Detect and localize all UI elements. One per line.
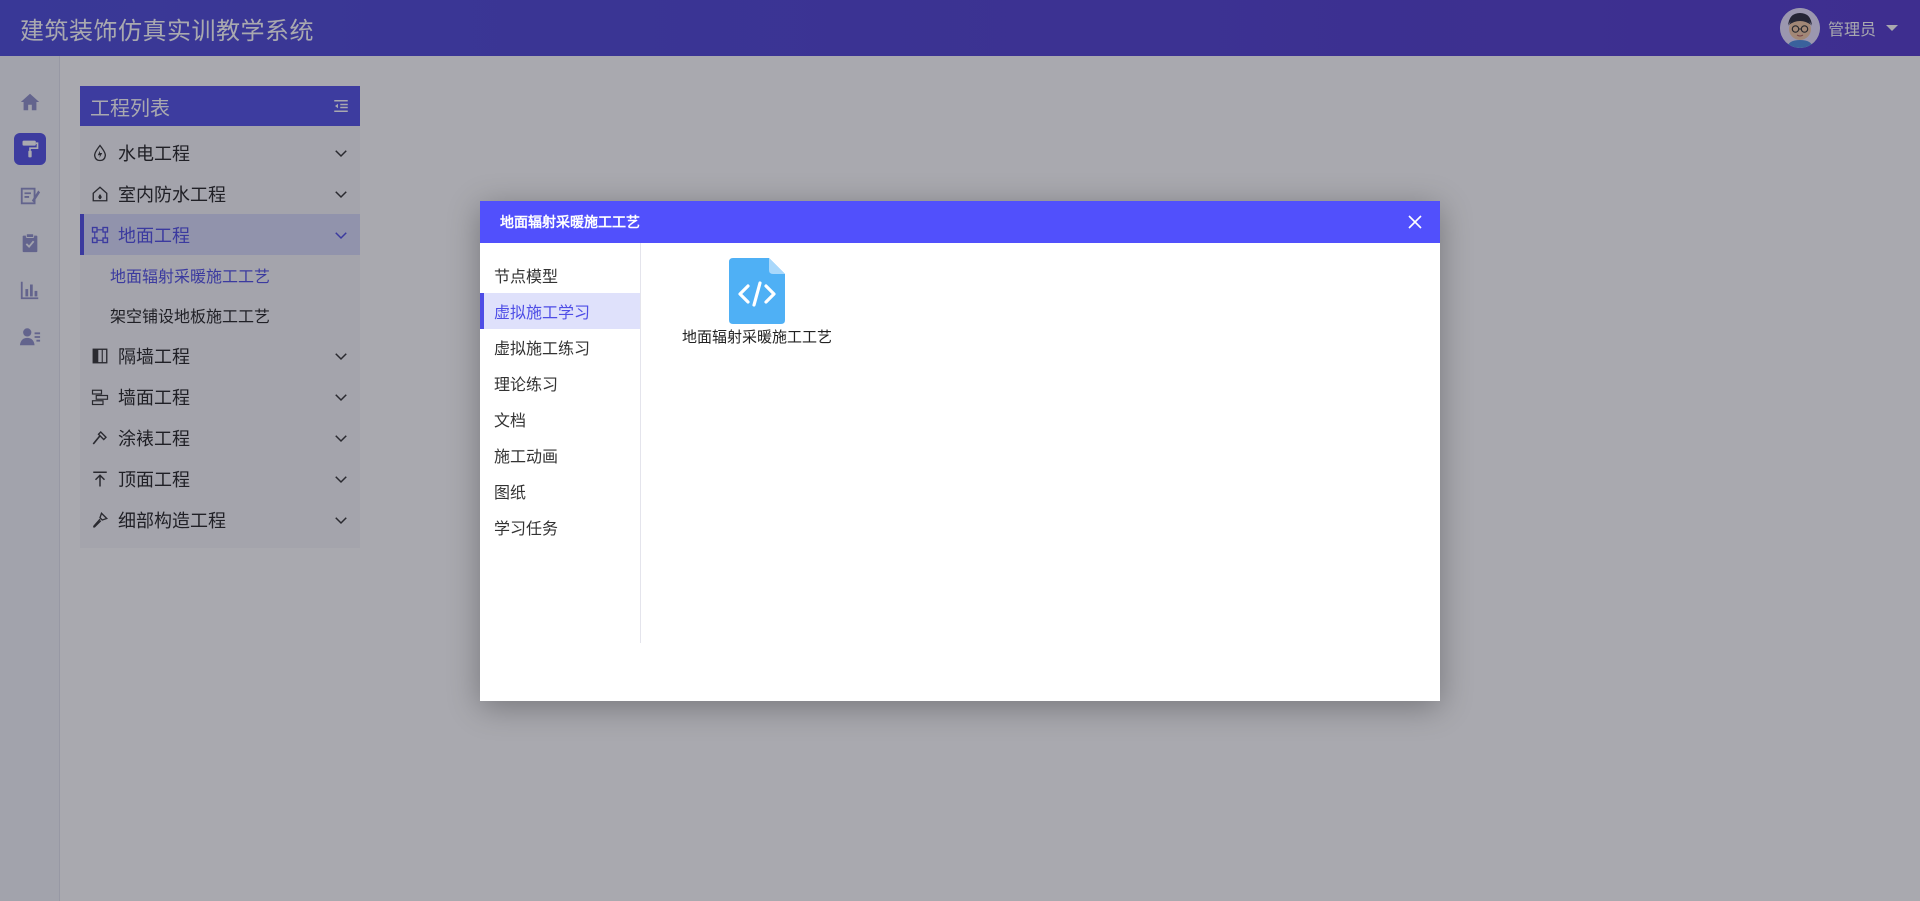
file-item[interactable]: 地面辐射采暖施工工艺 xyxy=(672,258,842,347)
tab-learning-tasks[interactable]: 学习任务 xyxy=(480,509,640,545)
tab-animation[interactable]: 施工动画 xyxy=(480,437,640,473)
process-dialog: 地面辐射采暖施工工艺 节点模型 虚拟施工学习 虚拟施工练习 理论练习 文档 施工… xyxy=(480,201,1440,701)
tab-node-model[interactable]: 节点模型 xyxy=(480,257,640,293)
tab-virtual-learning[interactable]: 虚拟施工学习 xyxy=(480,293,640,329)
file-name[interactable]: 地面辐射采暖施工工艺 xyxy=(682,326,832,347)
close-icon xyxy=(1408,215,1422,229)
dialog-tabs: 节点模型 虚拟施工学习 虚拟施工练习 理论练习 文档 施工动画 图纸 学习任务 xyxy=(480,243,641,643)
code-file-icon[interactable] xyxy=(729,258,785,324)
dialog-header: 地面辐射采暖施工工艺 xyxy=(480,201,1440,243)
close-button[interactable] xyxy=(1404,211,1426,233)
tab-theory-practice[interactable]: 理论练习 xyxy=(480,365,640,401)
dialog-title: 地面辐射采暖施工工艺 xyxy=(500,215,640,231)
dialog-body: 节点模型 虚拟施工学习 虚拟施工练习 理论练习 文档 施工动画 图纸 学习任务 … xyxy=(480,243,1440,701)
tab-content: 地面辐射采暖施工工艺 xyxy=(642,243,1440,643)
tab-drawings[interactable]: 图纸 xyxy=(480,473,640,509)
tab-virtual-practice[interactable]: 虚拟施工练习 xyxy=(480,329,640,365)
tab-documents[interactable]: 文档 xyxy=(480,401,640,437)
